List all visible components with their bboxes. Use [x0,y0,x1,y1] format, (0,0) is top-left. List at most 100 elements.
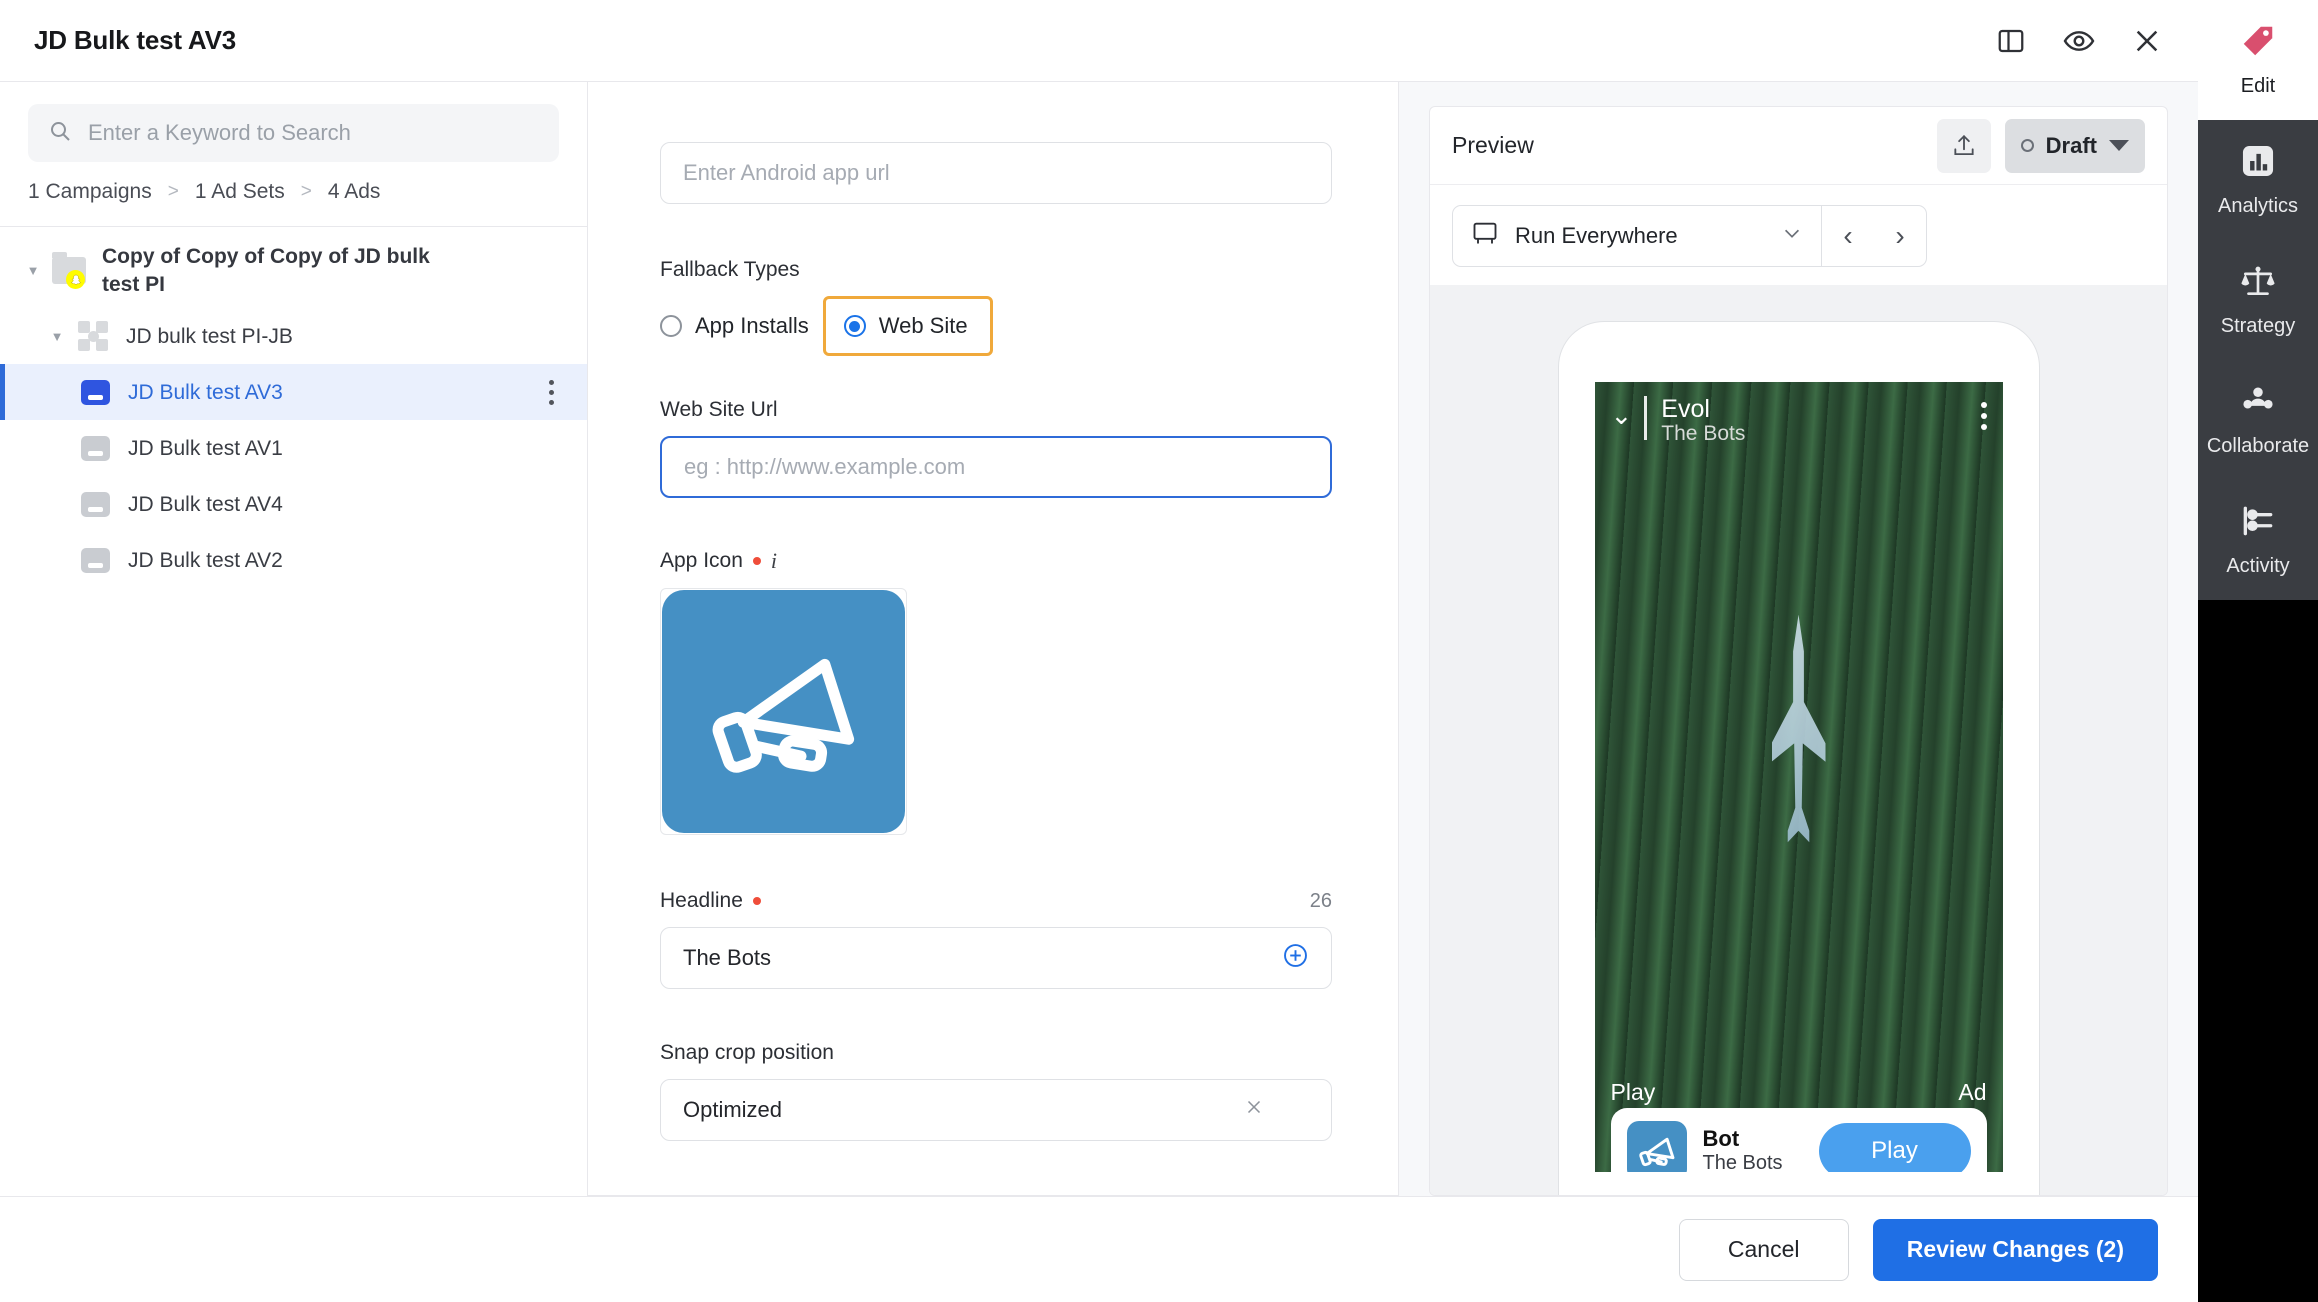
snap-cta-play-button[interactable]: Play [1818,1123,1971,1172]
snap-brand-subtitle: The Bots [1661,422,1746,446]
more-options-icon[interactable] [1980,396,1987,430]
rail-item-activity[interactable]: Activity [2198,480,2318,600]
snap-footer-labels: Play Ad [1595,1079,2003,1106]
ad-icon [78,434,112,462]
snap-brand-block: Evol The Bots [1661,396,1745,446]
website-url-field: Web Site Url eg : http://www.example.com [620,398,1380,498]
tree-item-campaign[interactable]: ▼ Copy of Copy of Copy of JD bulk test P… [0,233,587,308]
panel-toggle-icon[interactable] [1994,24,2028,58]
headline-value: The Bots [683,945,772,970]
chevron-down-icon[interactable] [1287,1096,1309,1124]
cancel-button[interactable]: Cancel [1678,1218,1849,1281]
radio-app-installs-label: App Installs [695,313,809,338]
draft-status-dropdown[interactable]: Draft [2004,118,2145,173]
info-icon[interactable]: i [771,548,777,574]
breadcrumb-campaigns[interactable]: 1 Campaigns [28,180,152,204]
tree-item-ad-av4[interactable]: JD Bulk test AV4 [0,476,587,532]
android-url-input[interactable]: Enter Android app url [660,142,1332,204]
snap-crop-select[interactable]: Optimized [660,1079,1332,1141]
rail-item-edit[interactable]: Edit [2198,0,2318,120]
search-icon [48,119,72,148]
add-circle-icon[interactable] [1282,942,1309,975]
rail-label: Strategy [2220,315,2296,337]
bar-chart-icon [2239,142,2277,185]
app-icon-field: App Icon i [620,548,1380,835]
people-icon [2239,382,2277,425]
review-changes-button[interactable]: Review Changes (2) [1872,1218,2158,1281]
divider [588,1195,1398,1196]
breadcrumb: 1 Campaigns > 1 Ad Sets > 4 Ads [0,180,587,226]
snap-crop-value: Optimized [683,1097,783,1122]
breadcrumb-ads[interactable]: 4 Ads [328,180,381,204]
rail-item-collaborate[interactable]: Collaborate [2198,360,2318,480]
snap-brand-name: Evol [1661,395,1710,423]
placement-control-group: Run Everywhere ‹ › [1452,205,1927,267]
activity-icon [2239,502,2277,545]
placement-select[interactable]: Run Everywhere [1453,206,1821,266]
tree-item-label: Copy of Copy of Copy of JD bulk test PI [102,245,430,296]
search-box[interactable] [28,104,559,162]
megaphone-icon [662,590,905,833]
monitor-icon [1471,219,1499,253]
chevron-down-icon[interactable]: ▼ [46,329,68,344]
headline-label-row: Headline 26 [660,889,1332,913]
search-input[interactable] [88,120,539,146]
more-options-icon[interactable] [541,379,567,405]
tree-item-label: JD Bulk test AV2 [128,548,283,572]
form-inner: Enter Android app url Fallback Types App… [588,82,1398,1196]
eye-icon[interactable] [2062,24,2096,58]
chevron-down-icon[interactable]: ⌄ [1611,402,1633,428]
app-icon-label: App Icon i [660,548,1340,574]
breadcrumb-separator-1: > [167,181,179,202]
preview-nav: ‹ › [1821,206,1926,266]
close-icon[interactable] [2130,24,2164,58]
tree-item-adset[interactable]: ▼ JD bulk test PI-JB [0,308,587,364]
rail-item-strategy[interactable]: Strategy [2198,240,2318,360]
page-title: JD Bulk test AV3 [34,25,236,55]
headline-field: Headline 26 The Bots [620,889,1380,989]
radio-web-site-label: Web Site [878,313,968,338]
chevron-down-icon[interactable]: ▼ [22,263,44,278]
rail-item-analytics[interactable]: Analytics [2198,120,2318,240]
next-preview-button[interactable]: › [1874,220,1926,252]
website-url-label: Web Site Url [660,398,1340,422]
app-icon-preview-box[interactable] [660,588,907,835]
breadcrumb-adsets[interactable]: 1 Ad Sets [195,180,285,204]
tree-item-label: JD Bulk test AV1 [128,436,283,460]
form-scroll-area[interactable]: Enter Android app url Fallback Types App… [588,82,1398,1196]
ad-form-panel: Enter Android app url Fallback Types App… [588,82,1398,1196]
draft-status-label: Draft [2045,132,2097,158]
rail-label: Activity [2226,555,2290,577]
placement-label: Run Everywhere [1515,223,1678,248]
prev-preview-button[interactable]: ‹ [1822,220,1874,252]
megaphone-icon [1626,1121,1687,1172]
clear-icon[interactable] [1243,1096,1265,1124]
headline-trailing [1282,942,1309,975]
ad-icon [78,546,112,574]
preview-panel: Preview Draft Run Everywhere ‹ › ⌄ Evol … [1398,82,2198,1196]
preview-header-actions: Draft [1936,118,2145,173]
fallback-types-label: Fallback Types [660,258,1340,282]
radio-web-site[interactable]: Web Site [822,296,993,356]
radio-app-installs[interactable]: App Installs [660,303,809,349]
headline-char-count: 26 [1309,889,1332,912]
snap-ad-preview: ⌄ Evol The Bots Play Ad Bot The Bots Pla… [1594,382,2003,1172]
preview-stage: ⌄ Evol The Bots Play Ad Bot The Bots Pla… [1430,285,2167,1195]
preview-controls: Run Everywhere ‹ › [1430,185,2167,285]
tree-item-ad-av2[interactable]: JD Bulk test AV2 [0,532,587,588]
website-url-placeholder: eg : http://www.example.com [684,454,966,479]
upload-icon[interactable] [1936,118,1991,173]
app-icon-label-text: App Icon [660,549,743,572]
snap-play-label: Play [1610,1079,1656,1105]
website-url-input[interactable]: eg : http://www.example.com [660,436,1332,498]
title-bar: JD Bulk test AV3 [0,0,2198,82]
required-dot-icon [752,897,761,905]
scales-icon [2239,262,2277,305]
snap-crop-label-text: Snap crop position [660,1041,834,1064]
tree-item-ad-av1[interactable]: JD Bulk test AV1 [0,420,587,476]
ad-icon [78,490,112,518]
snap-cta-card[interactable]: Bot The Bots Play [1610,1108,1987,1172]
headline-input[interactable]: The Bots [660,927,1332,989]
rail-label: Edit [2240,75,2276,97]
tree-item-ad-av3[interactable]: JD Bulk test AV3 [0,364,587,421]
